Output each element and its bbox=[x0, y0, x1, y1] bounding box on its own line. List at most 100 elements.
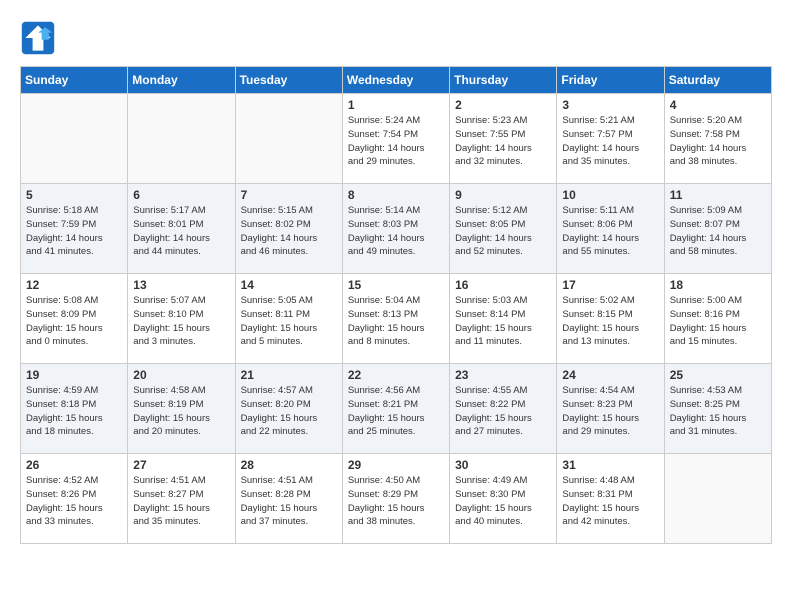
day-info: Sunrise: 4:53 AM Sunset: 8:25 PM Dayligh… bbox=[670, 384, 766, 439]
day-number: 22 bbox=[348, 368, 444, 382]
day-number: 3 bbox=[562, 98, 658, 112]
day-info: Sunrise: 5:17 AM Sunset: 8:01 PM Dayligh… bbox=[133, 204, 229, 259]
weekday-header-thursday: Thursday bbox=[450, 67, 557, 94]
day-number: 13 bbox=[133, 278, 229, 292]
calendar-week-1: 1Sunrise: 5:24 AM Sunset: 7:54 PM Daylig… bbox=[21, 94, 772, 184]
day-number: 24 bbox=[562, 368, 658, 382]
day-info: Sunrise: 5:00 AM Sunset: 8:16 PM Dayligh… bbox=[670, 294, 766, 349]
day-number: 8 bbox=[348, 188, 444, 202]
weekday-header-tuesday: Tuesday bbox=[235, 67, 342, 94]
logo-icon bbox=[20, 20, 56, 56]
calendar-week-5: 26Sunrise: 4:52 AM Sunset: 8:26 PM Dayli… bbox=[21, 454, 772, 544]
day-number: 29 bbox=[348, 458, 444, 472]
weekday-header-wednesday: Wednesday bbox=[342, 67, 449, 94]
calendar-cell: 10 Sunrise: 5:11 AM Sunset: 8:06 PM Dayli… bbox=[557, 184, 664, 274]
calendar-cell: 27 Sunrise: 4:51 AM Sunset: 8:27 PM Dayli… bbox=[128, 454, 235, 544]
day-info: Sunrise: 4:57 AM Sunset: 8:20 PM Dayligh… bbox=[241, 384, 337, 439]
calendar-cell: 31 Sunrise: 4:48 AM Sunset: 8:31 PM Dayli… bbox=[557, 454, 664, 544]
day-number: 15 bbox=[348, 278, 444, 292]
day-info: Sunrise: 4:58 AM Sunset: 8:19 PM Dayligh… bbox=[133, 384, 229, 439]
weekday-header-monday: Monday bbox=[128, 67, 235, 94]
day-number: 31 bbox=[562, 458, 658, 472]
day-info: Sunrise: 4:48 AM Sunset: 8:31 PM Dayligh… bbox=[562, 474, 658, 529]
calendar-cell: 4 Sunrise: 5:20 AM Sunset: 7:58 PM Daylig… bbox=[664, 94, 771, 184]
day-number: 30 bbox=[455, 458, 551, 472]
calendar-cell: 30 Sunrise: 4:49 AM Sunset: 8:30 PM Dayli… bbox=[450, 454, 557, 544]
day-info: Sunrise: 5:14 AM Sunset: 8:03 PM Dayligh… bbox=[348, 204, 444, 259]
day-info: Sunrise: 5:02 AM Sunset: 8:15 PM Dayligh… bbox=[562, 294, 658, 349]
calendar-cell: 1Sunrise: 5:24 AM Sunset: 7:54 PM Daylig… bbox=[342, 94, 449, 184]
day-number: 5 bbox=[26, 188, 122, 202]
day-info: Sunrise: 5:12 AM Sunset: 8:05 PM Dayligh… bbox=[455, 204, 551, 259]
calendar-cell: 17Sunrise: 5:02 AM Sunset: 8:15 PM Dayli… bbox=[557, 274, 664, 364]
day-info: Sunrise: 5:21 AM Sunset: 7:57 PM Dayligh… bbox=[562, 114, 658, 169]
day-number: 12 bbox=[26, 278, 122, 292]
day-number: 14 bbox=[241, 278, 337, 292]
day-info: Sunrise: 4:50 AM Sunset: 8:29 PM Dayligh… bbox=[348, 474, 444, 529]
calendar-cell: 6 Sunrise: 5:17 AM Sunset: 8:01 PM Daylig… bbox=[128, 184, 235, 274]
day-number: 6 bbox=[133, 188, 229, 202]
day-number: 7 bbox=[241, 188, 337, 202]
day-info: Sunrise: 5:08 AM Sunset: 8:09 PM Dayligh… bbox=[26, 294, 122, 349]
day-number: 2 bbox=[455, 98, 551, 112]
logo bbox=[20, 20, 62, 56]
day-number: 9 bbox=[455, 188, 551, 202]
calendar-cell: 13 Sunrise: 5:07 AM Sunset: 8:10 PM Dayli… bbox=[128, 274, 235, 364]
day-info: Sunrise: 5:04 AM Sunset: 8:13 PM Dayligh… bbox=[348, 294, 444, 349]
day-info: Sunrise: 5:20 AM Sunset: 7:58 PM Dayligh… bbox=[670, 114, 766, 169]
calendar-cell bbox=[21, 94, 128, 184]
day-info: Sunrise: 5:07 AM Sunset: 8:10 PM Dayligh… bbox=[133, 294, 229, 349]
day-number: 25 bbox=[670, 368, 766, 382]
day-info: Sunrise: 4:54 AM Sunset: 8:23 PM Dayligh… bbox=[562, 384, 658, 439]
day-info: Sunrise: 5:05 AM Sunset: 8:11 PM Dayligh… bbox=[241, 294, 337, 349]
calendar-cell: 2 Sunrise: 5:23 AM Sunset: 7:55 PM Daylig… bbox=[450, 94, 557, 184]
day-info: Sunrise: 5:03 AM Sunset: 8:14 PM Dayligh… bbox=[455, 294, 551, 349]
calendar-cell: 23 Sunrise: 4:55 AM Sunset: 8:22 PM Dayli… bbox=[450, 364, 557, 454]
calendar-cell: 25 Sunrise: 4:53 AM Sunset: 8:25 PM Dayli… bbox=[664, 364, 771, 454]
calendar-cell: 20Sunrise: 4:58 AM Sunset: 8:19 PM Dayli… bbox=[128, 364, 235, 454]
day-info: Sunrise: 4:51 AM Sunset: 8:27 PM Dayligh… bbox=[133, 474, 229, 529]
calendar-cell: 18 Sunrise: 5:00 AM Sunset: 8:16 PM Dayli… bbox=[664, 274, 771, 364]
day-info: Sunrise: 5:24 AM Sunset: 7:54 PM Dayligh… bbox=[348, 114, 444, 169]
day-info: Sunrise: 5:09 AM Sunset: 8:07 PM Dayligh… bbox=[670, 204, 766, 259]
day-number: 23 bbox=[455, 368, 551, 382]
day-number: 18 bbox=[670, 278, 766, 292]
calendar-cell bbox=[128, 94, 235, 184]
calendar-body: 1Sunrise: 5:24 AM Sunset: 7:54 PM Daylig… bbox=[21, 94, 772, 544]
calendar-cell: 7 Sunrise: 5:15 AM Sunset: 8:02 PM Daylig… bbox=[235, 184, 342, 274]
calendar-cell: 12 Sunrise: 5:08 AM Sunset: 8:09 PM Dayli… bbox=[21, 274, 128, 364]
day-number: 4 bbox=[670, 98, 766, 112]
calendar-cell: 14 Sunrise: 5:05 AM Sunset: 8:11 PM Dayli… bbox=[235, 274, 342, 364]
calendar-cell: 29 Sunrise: 4:50 AM Sunset: 8:29 PM Dayli… bbox=[342, 454, 449, 544]
calendar-cell: 22Sunrise: 4:56 AM Sunset: 8:21 PM Dayli… bbox=[342, 364, 449, 454]
calendar-cell: 24 Sunrise: 4:54 AM Sunset: 8:23 PM Dayli… bbox=[557, 364, 664, 454]
calendar-table: SundayMondayTuesdayWednesdayThursdayFrid… bbox=[20, 66, 772, 544]
calendar-cell: 5Sunrise: 5:18 AM Sunset: 7:59 PM Daylig… bbox=[21, 184, 128, 274]
day-info: Sunrise: 4:49 AM Sunset: 8:30 PM Dayligh… bbox=[455, 474, 551, 529]
day-info: Sunrise: 4:55 AM Sunset: 8:22 PM Dayligh… bbox=[455, 384, 551, 439]
day-info: Sunrise: 5:15 AM Sunset: 8:02 PM Dayligh… bbox=[241, 204, 337, 259]
calendar-cell: 9 Sunrise: 5:12 AM Sunset: 8:05 PM Daylig… bbox=[450, 184, 557, 274]
calendar-cell: 26Sunrise: 4:52 AM Sunset: 8:26 PM Dayli… bbox=[21, 454, 128, 544]
day-number: 21 bbox=[241, 368, 337, 382]
day-number: 19 bbox=[26, 368, 122, 382]
calendar-header: SundayMondayTuesdayWednesdayThursdayFrid… bbox=[21, 67, 772, 94]
calendar-cell: 19Sunrise: 4:59 AM Sunset: 8:18 PM Dayli… bbox=[21, 364, 128, 454]
calendar-cell bbox=[235, 94, 342, 184]
calendar-week-4: 19Sunrise: 4:59 AM Sunset: 8:18 PM Dayli… bbox=[21, 364, 772, 454]
weekday-header-saturday: Saturday bbox=[664, 67, 771, 94]
day-info: Sunrise: 5:23 AM Sunset: 7:55 PM Dayligh… bbox=[455, 114, 551, 169]
day-info: Sunrise: 5:11 AM Sunset: 8:06 PM Dayligh… bbox=[562, 204, 658, 259]
day-number: 10 bbox=[562, 188, 658, 202]
calendar-cell: 28 Sunrise: 4:51 AM Sunset: 8:28 PM Dayli… bbox=[235, 454, 342, 544]
day-number: 28 bbox=[241, 458, 337, 472]
weekday-header-friday: Friday bbox=[557, 67, 664, 94]
day-number: 16 bbox=[455, 278, 551, 292]
day-info: Sunrise: 4:52 AM Sunset: 8:26 PM Dayligh… bbox=[26, 474, 122, 529]
weekday-header-sunday: Sunday bbox=[21, 67, 128, 94]
day-number: 27 bbox=[133, 458, 229, 472]
calendar-cell: 11Sunrise: 5:09 AM Sunset: 8:07 PM Dayli… bbox=[664, 184, 771, 274]
day-info: Sunrise: 4:51 AM Sunset: 8:28 PM Dayligh… bbox=[241, 474, 337, 529]
calendar-cell: 3 Sunrise: 5:21 AM Sunset: 7:57 PM Daylig… bbox=[557, 94, 664, 184]
calendar-cell: 8 Sunrise: 5:14 AM Sunset: 8:03 PM Daylig… bbox=[342, 184, 449, 274]
